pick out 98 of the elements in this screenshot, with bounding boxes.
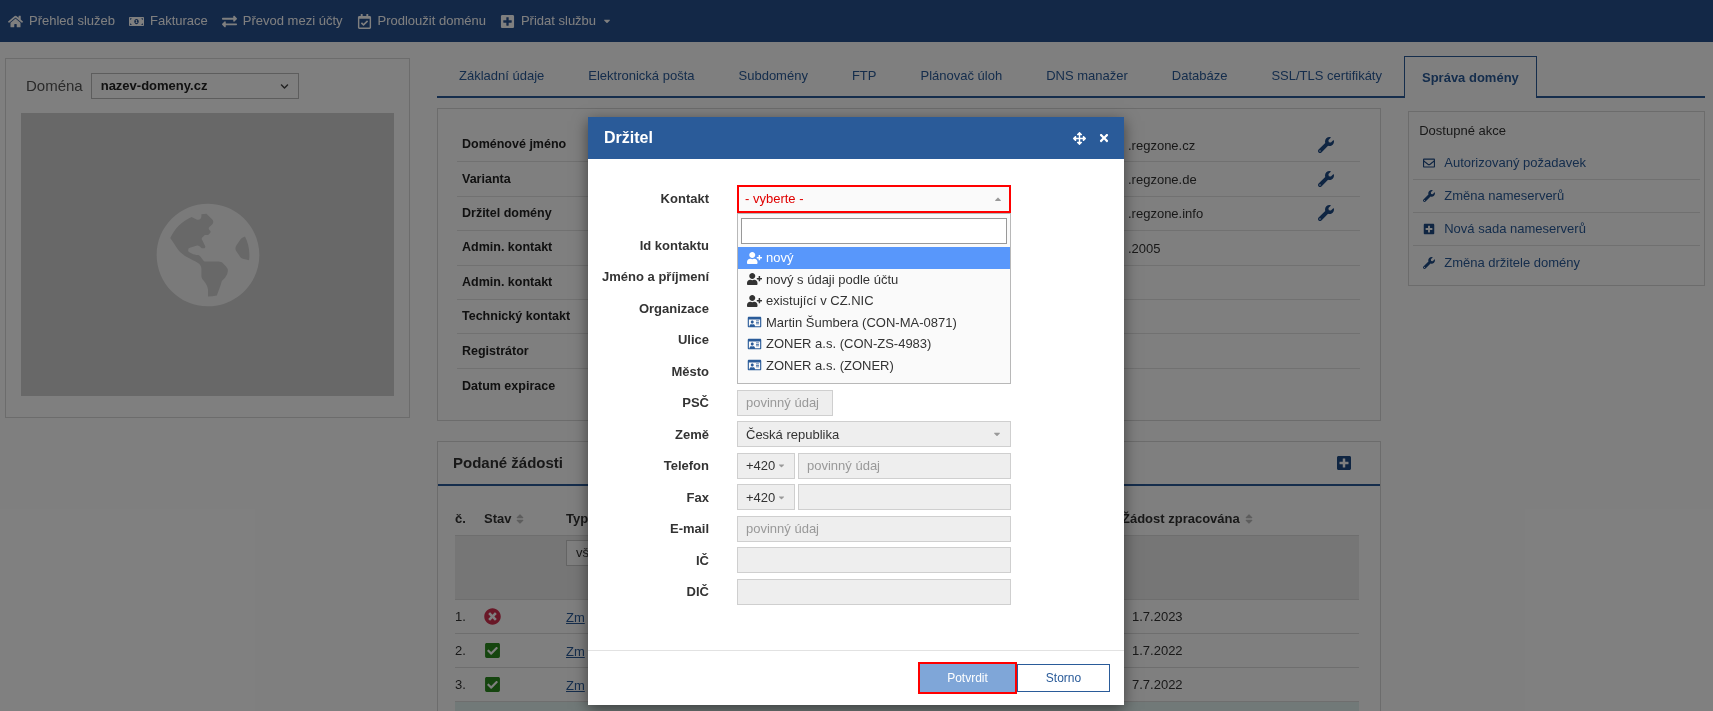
detail-label: Technický kontakt [462,308,571,326]
dropdown-option[interactable]: Martin Šumbera (CON-MA-0871) [738,311,1010,333]
cancel-button[interactable]: Storno [1017,664,1110,692]
chevron-icon [279,81,289,91]
column-header: Stav [484,509,512,528]
field-label: DIČ [685,583,709,601]
prefix-select[interactable]: +420 [737,484,795,511]
request-type-link[interactable]: Zm [566,609,585,625]
action-link[interactable]: Změna nameserverů [1413,180,1700,213]
dialog-title: Držitel [604,128,653,148]
detail-value: .regzone.info [1128,206,1204,222]
domain-label: Doména [26,75,83,96]
id-card-icon [747,359,762,372]
nav-link[interactable]: Fakturace [129,11,208,31]
action-link[interactable]: Nová sada nameserverů [1413,213,1700,246]
input-field[interactable] [737,578,1011,605]
card-title: Podané žádosti [453,452,564,473]
tab[interactable]: Správa domény [1404,56,1537,98]
column-header: Žádost zpracována [1122,509,1240,528]
field-label: Id kontaktu [638,236,709,255]
tab[interactable]: Elektronická pošta [566,56,717,96]
dropdown-option[interactable]: ZONER a.s. (ZONER) [738,354,1010,376]
dropdown-option[interactable]: nový s údaji podle účtu [738,268,1010,290]
row-number: 1. [455,607,467,626]
detail-label: Doménové jméno [462,136,567,154]
field-label: Ulice [676,331,709,349]
field-label: PSČ [681,394,709,412]
row-number: 3. [455,675,467,694]
input-field[interactable]: povinný údaj [737,389,833,416]
field-label: Země [674,425,709,444]
tab[interactable]: Databáze [1149,56,1250,96]
card-title: Dostupné akce [1418,122,1507,138]
detail-label: Admin. kontakt [462,273,553,291]
detail-label: Držitel domény [462,205,552,223]
field-label: Fax [685,488,709,507]
action-link[interactable]: Změna držitele domény [1413,246,1700,279]
field-label: E-mail [669,520,709,538]
user-plus-icon [747,273,762,286]
select-field[interactable]: Česká republika [737,421,1011,448]
processed-date: 1.7.2023 [1131,607,1184,626]
processed-date: 7.7.2022 [1131,675,1184,694]
detail-label: Admin. kontakt [462,239,553,257]
detail-label: Registrátor [462,342,529,360]
tab[interactable]: Plánovač úloh [898,56,1025,96]
request-type-link[interactable]: Zm [566,677,585,693]
home-icon [8,13,23,29]
close-icon[interactable] [1098,132,1110,144]
column-header: č. [455,509,466,528]
move-icon[interactable] [1073,131,1086,145]
id-card-icon [747,316,762,329]
input-field[interactable] [798,484,1011,511]
field-label: Město [670,362,709,381]
column-header: Typ [566,509,589,528]
nav-link[interactable]: Přidat službu [499,11,613,31]
select-field[interactable]: - vyberte - [737,185,1011,213]
domain-select[interactable]: nazev-domeny.cz [90,73,299,99]
wrench-icon[interactable] [1318,171,1335,188]
nav-link[interactable]: Přehled služeb [8,11,115,31]
action-link[interactable]: Autorizovaný požadavek [1413,147,1700,180]
id-card-icon [747,337,762,350]
wrench-icon[interactable] [1318,205,1335,222]
wrench-icon[interactable] [1318,136,1335,153]
row-number: 2. [455,641,467,660]
wrench-icon [1423,256,1436,269]
tab[interactable]: Základní údaje [437,56,567,96]
field-label: Organizace [637,299,709,318]
tab[interactable]: Subdomény [716,56,830,96]
dropdown-option[interactable]: ZONER a.s. (CON-ZS-4983) [738,333,1010,355]
processed-date: 1.7.2022 [1131,641,1184,660]
input-field[interactable]: povinný údaj [798,452,1011,479]
input-field[interactable] [737,547,1011,574]
nav-link[interactable]: Prodloužit doménu [356,11,486,31]
tab[interactable]: SSL/TLS certifikáty [1249,56,1404,96]
wrench-icon [1423,190,1436,202]
add-icon[interactable] [1336,455,1353,472]
tab[interactable]: FTP [829,56,899,96]
field-label: IČ [695,551,709,570]
request-type-link[interactable]: Zm [566,643,585,659]
detail-value: .regzone.cz [1128,137,1196,153]
detail-value: .regzone.de [1128,172,1197,188]
exchange-arrows-icon [221,13,237,29]
input-field[interactable]: povinný údaj [737,515,1011,542]
tab[interactable]: DNS manažer [1024,56,1150,96]
envelope-icon [1423,157,1436,169]
dropdown-option[interactable]: existující v CZ.NIC [738,290,1010,312]
detail-value: .2005 [1128,240,1161,256]
detail-label: Varianta [462,170,511,188]
detail-label: Datum expirace [462,377,556,395]
prefix-select[interactable]: +420 [737,452,795,479]
dropdown-option[interactable]: nový [738,247,1010,269]
field-label: Telefon [662,457,709,475]
search-field[interactable] [741,218,1007,244]
nav-link[interactable]: Převod mezi účty [221,11,343,31]
calendar-check-icon [356,13,372,29]
user-plus-icon [747,251,762,264]
field-label: Kontakt [659,190,709,209]
field-label: Jméno a příjmení [601,268,709,286]
user-plus-icon [747,294,762,307]
